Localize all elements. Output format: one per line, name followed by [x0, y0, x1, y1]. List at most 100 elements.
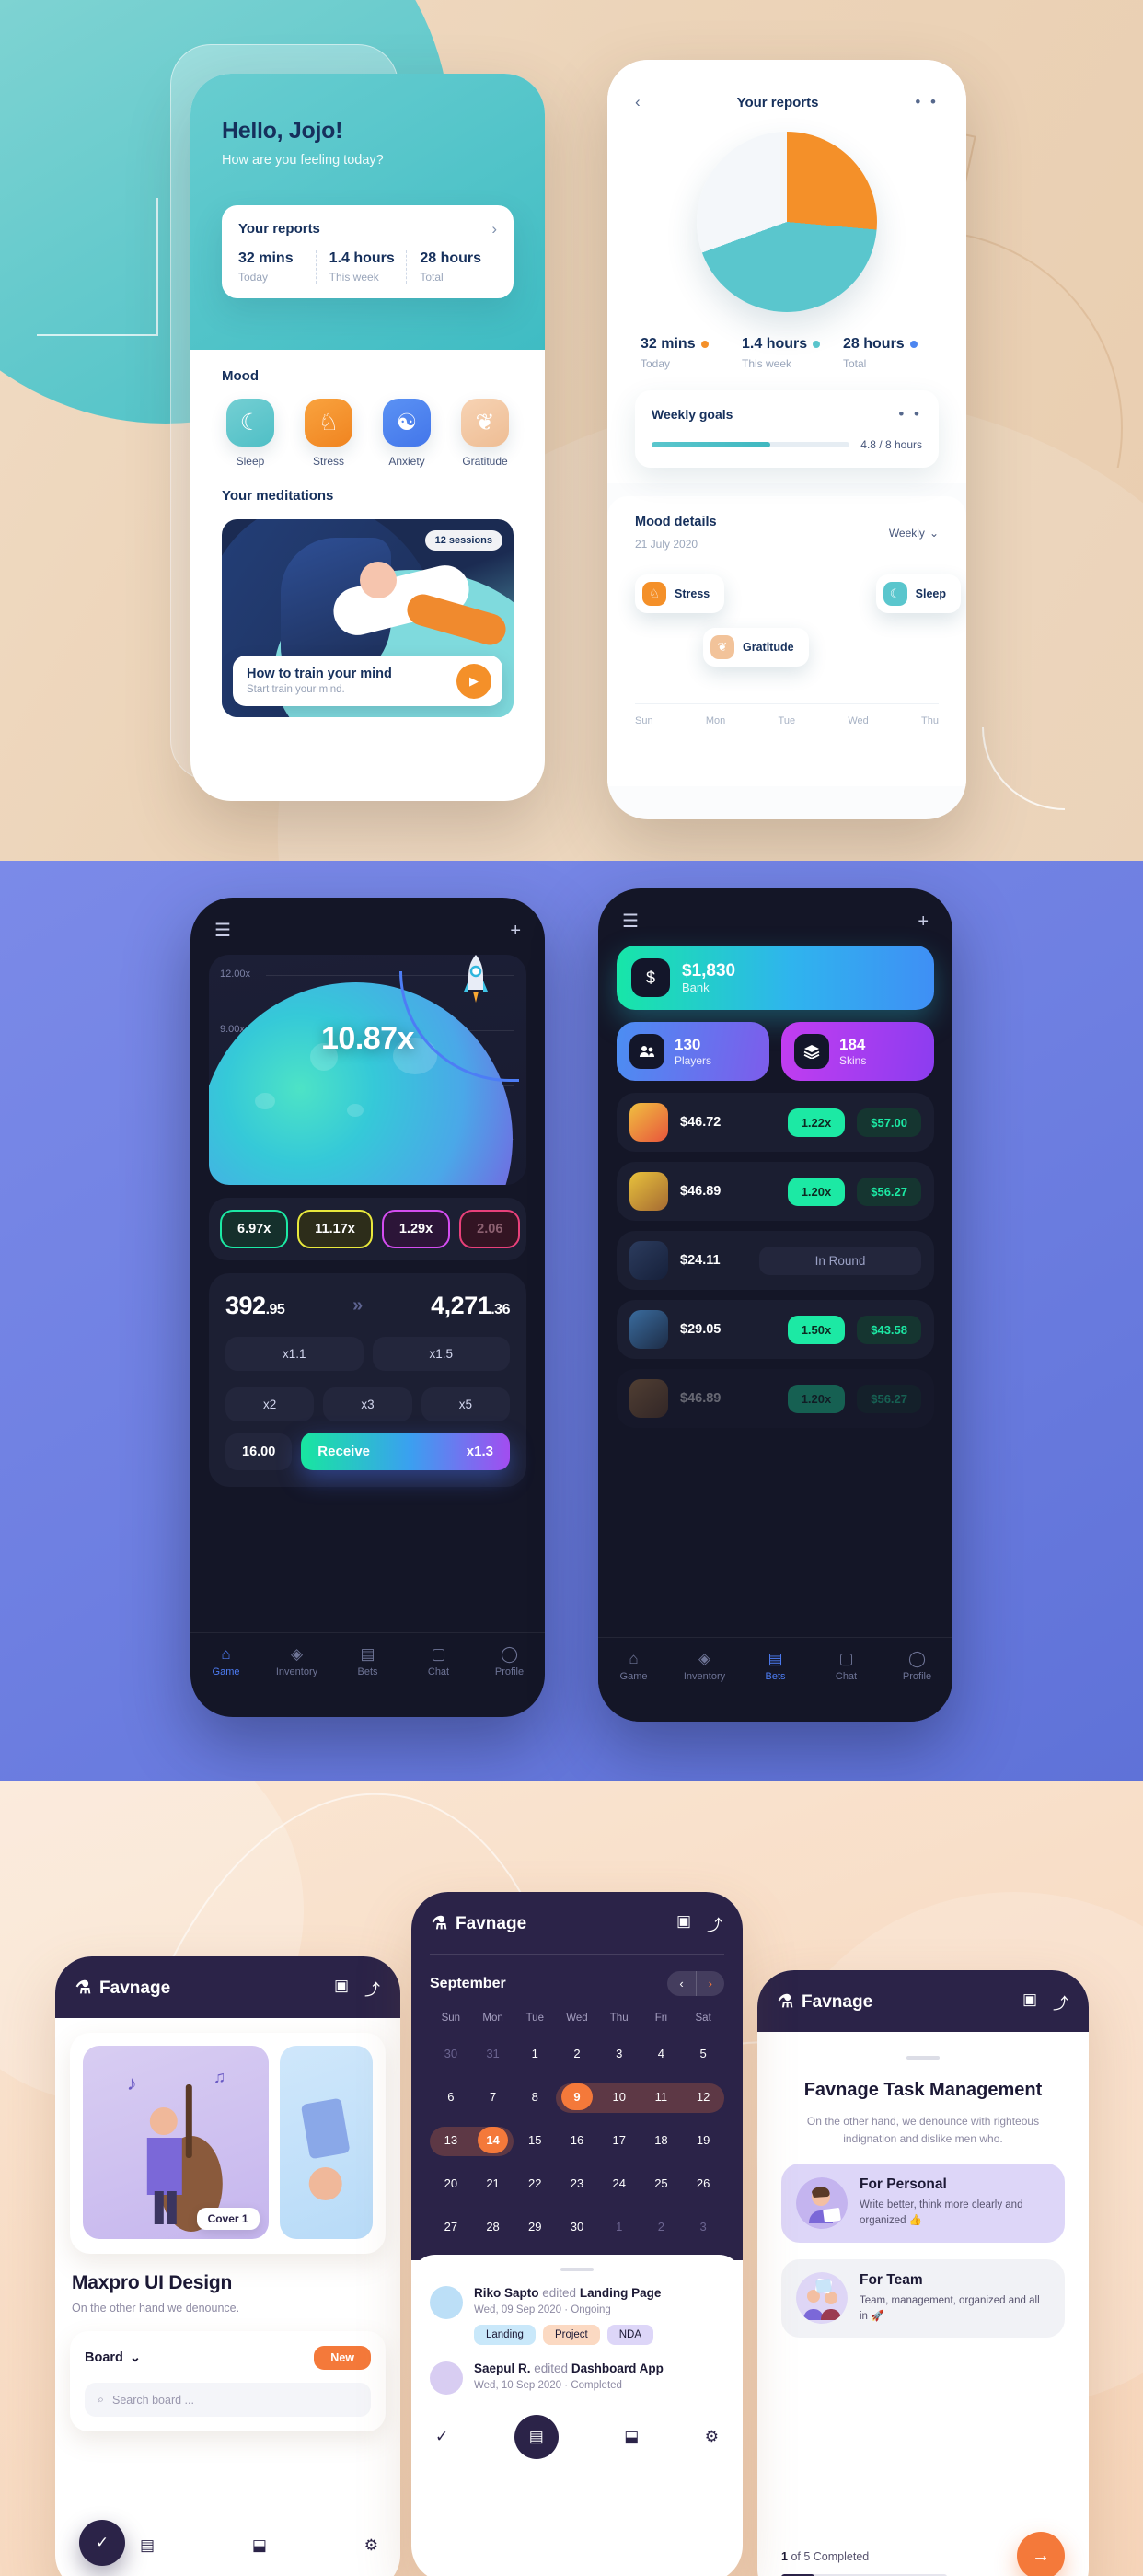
calendar-day[interactable]: 5	[682, 2040, 724, 2067]
cover-slide-1[interactable]: ♪ ♫ Cover 1	[83, 2046, 269, 2239]
calendar-day[interactable]: 1	[514, 2040, 556, 2067]
share-icon[interactable]: ⤴	[707, 1912, 722, 1935]
quick-mult-button[interactable]: x1.1	[225, 1337, 364, 1371]
history-pill[interactable]: 11.17x	[297, 1210, 373, 1248]
cover-slide-2[interactable]	[279, 2046, 373, 2239]
calendar-day[interactable]: 29	[514, 2213, 556, 2240]
calendar-day[interactable]: 2	[641, 2213, 683, 2240]
calendar-day[interactable]: 7	[472, 2083, 514, 2110]
board-selector[interactable]: Board ⌄	[85, 2350, 141, 2365]
search-input[interactable]: ⌕ Search board ...	[85, 2383, 371, 2417]
chat-icon[interactable]: ▣	[334, 1977, 349, 2000]
calendar-day[interactable]: 12	[682, 2083, 724, 2110]
prev-month-icon[interactable]: ‹	[667, 1971, 695, 1996]
calendar-day[interactable]: 31	[472, 2040, 514, 2067]
tab-tasks-active[interactable]: ▤	[514, 2415, 559, 2459]
calendar-day[interactable]: 10	[598, 2083, 641, 2110]
history-pill[interactable]: 2.06	[459, 1210, 521, 1248]
option-for-team[interactable]: For Team Team, management, organized and…	[781, 2258, 1065, 2338]
calendar-day[interactable]: 20	[430, 2170, 472, 2197]
period-select[interactable]: Weekly ⌄	[889, 527, 939, 540]
next-button[interactable]: →	[1017, 2532, 1065, 2576]
tab-settings[interactable]: ⚙	[705, 2428, 719, 2446]
tag[interactable]: NDA	[606, 2325, 654, 2345]
calendar-day[interactable]: 11	[641, 2083, 683, 2110]
history-pill[interactable]: 6.97x	[220, 1210, 289, 1248]
nav-item-chat[interactable]: ▢ Chat	[403, 1646, 474, 1677]
weekly-goals-card[interactable]: Weekly goals • • 4.8 / 8 hours	[635, 390, 939, 468]
option-for-personal[interactable]: For Personal Write better, think more cl…	[781, 2164, 1065, 2243]
calendar-day[interactable]: 2	[556, 2040, 598, 2067]
tag[interactable]: Landing	[474, 2325, 536, 2345]
nav-item-inventory[interactable]: ◈ Inventory	[261, 1646, 332, 1677]
quick-mult-button[interactable]: x2	[225, 1387, 315, 1421]
tab-inbox[interactable]: ⬓	[624, 2428, 639, 2446]
chat-icon[interactable]: ▣	[1022, 1990, 1037, 2013]
mood-item-sleep[interactable]: ☾ Sleep	[222, 399, 279, 468]
calendar-day[interactable]: 17	[598, 2127, 641, 2153]
mood-item-anxiety[interactable]: ☯ Anxiety	[378, 399, 435, 468]
calendar-day[interactable]: 6	[430, 2083, 472, 2110]
chat-icon[interactable]: ▣	[676, 1912, 691, 1935]
players-card[interactable]: 130 Players	[617, 1022, 769, 1081]
calendar-day[interactable]: 23	[556, 2170, 598, 2197]
nav-item-game[interactable]: ⌂ Game	[190, 1646, 261, 1677]
chevron-right-icon[interactable]: ›	[491, 221, 497, 237]
calendar-day[interactable]: 3	[598, 2040, 641, 2067]
tab-tasks[interactable]: ▤	[140, 2536, 155, 2555]
calendar-day[interactable]: 14	[477, 2127, 509, 2153]
calendar-day[interactable]: 3	[682, 2213, 724, 2240]
back-icon[interactable]: ‹	[635, 93, 641, 111]
nav-item-bets[interactable]: ▤ Bets	[740, 1651, 811, 1682]
menu-icon[interactable]: ☰	[214, 922, 231, 940]
tab-inbox[interactable]: ⬓	[252, 2536, 267, 2555]
calendar-day[interactable]: 22	[514, 2170, 556, 2197]
bet-row[interactable]: $46.89 1.20x $56.27	[617, 1162, 934, 1221]
more-options-icon[interactable]: • •	[898, 405, 922, 424]
bet-row[interactable]: $46.72 1.22x $57.00	[617, 1093, 934, 1152]
tab-settings[interactable]: ⚙	[364, 2536, 378, 2555]
nav-item-profile[interactable]: ◯ Profile	[474, 1646, 545, 1677]
calendar-day[interactable]: 16	[556, 2127, 598, 2153]
receive-button[interactable]: Receive x1.3	[301, 1433, 510, 1470]
bank-card[interactable]: $ $1,830 Bank	[617, 946, 934, 1010]
nav-item-profile[interactable]: ◯ Profile	[882, 1651, 952, 1682]
calendar-day[interactable]: 26	[682, 2170, 724, 2197]
play-icon[interactable]: ▶	[456, 663, 491, 699]
menu-icon[interactable]: ☰	[622, 912, 639, 931]
calendar-day[interactable]: 1	[598, 2213, 641, 2240]
check-fab-button[interactable]: ✓	[79, 2520, 125, 2566]
calendar-day[interactable]: 15	[514, 2127, 556, 2153]
mood-item-gratitude[interactable]: ❦ Gratitude	[456, 399, 514, 468]
share-icon[interactable]: ⤴	[1053, 1990, 1068, 2013]
bet-row[interactable]: $24.11 In Round	[617, 1231, 934, 1290]
calendar-day[interactable]: 30	[430, 2040, 472, 2067]
calendar-day[interactable]: 25	[641, 2170, 683, 2197]
calendar-day[interactable]: 30	[556, 2213, 598, 2240]
calendar-day[interactable]: 13	[430, 2127, 472, 2153]
bet-row[interactable]: $46.89 1.20x $56.27	[617, 1369, 934, 1428]
more-options-icon[interactable]: • •	[915, 93, 939, 111]
add-icon[interactable]: +	[510, 922, 521, 940]
calendar-day[interactable]: 21	[472, 2170, 514, 2197]
history-pill[interactable]: 1.29x	[381, 1210, 451, 1248]
calendar-day[interactable]: 24	[598, 2170, 641, 2197]
sheet-handle[interactable]	[560, 2268, 594, 2271]
add-icon[interactable]: +	[918, 912, 929, 931]
calendar-day[interactable]: 8	[514, 2083, 556, 2110]
calendar-day[interactable]: 4	[641, 2040, 683, 2067]
next-month-icon[interactable]: ›	[695, 1971, 724, 1996]
task-item[interactable]: Saepul R. edited Dashboard App Wed, 10 S…	[430, 2361, 724, 2395]
tag[interactable]: Project	[542, 2325, 600, 2345]
share-icon[interactable]: ⤴	[364, 1977, 380, 2000]
reports-card[interactable]: Your reports › 32 mins Today 1.4 hours T…	[222, 205, 514, 298]
nav-item-game[interactable]: ⌂ Game	[598, 1651, 669, 1682]
featured-meditation-card[interactable]: 12 sessions How to train your mind Start…	[222, 519, 514, 717]
bet-row[interactable]: $29.05 1.50x $43.58	[617, 1300, 934, 1359]
mood-chip-gratitude[interactable]: ❦ Gratitude	[703, 628, 809, 667]
mood-chip-stress[interactable]: ♘ Stress	[635, 574, 725, 613]
quick-mult-button[interactable]: x5	[421, 1387, 510, 1421]
nav-item-chat[interactable]: ▢ Chat	[811, 1651, 882, 1682]
calendar-day[interactable]: 27	[430, 2213, 472, 2240]
skins-card[interactable]: 184 Skins	[781, 1022, 934, 1081]
